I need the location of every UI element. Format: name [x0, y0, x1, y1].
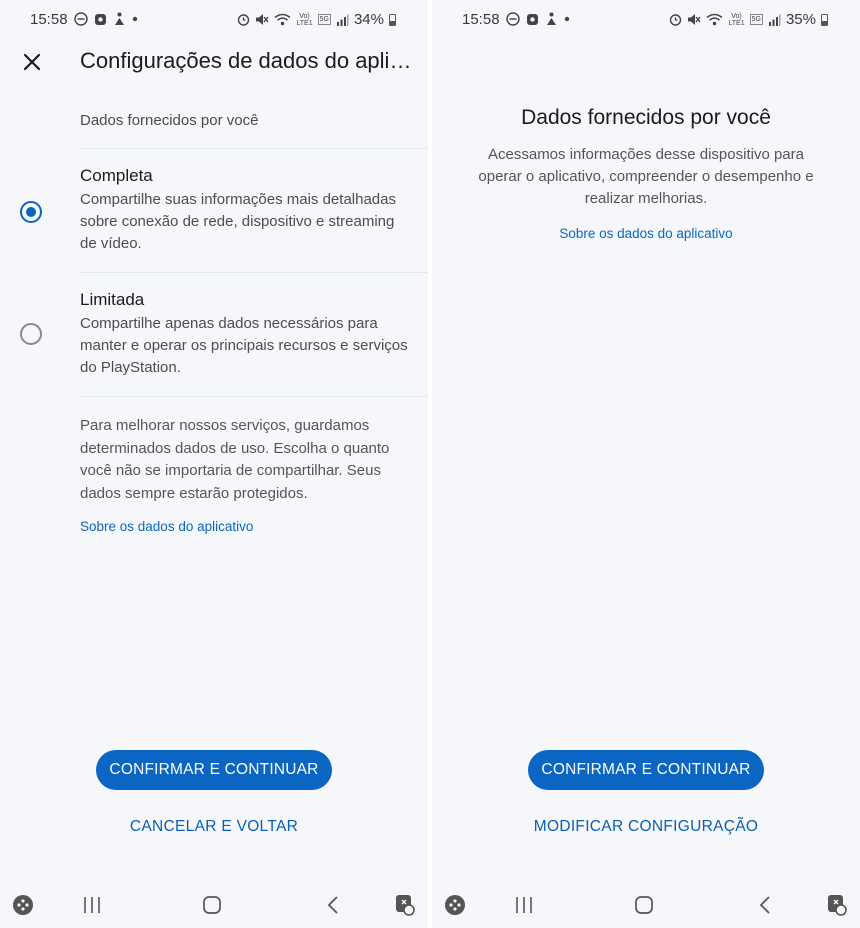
battery-icon — [389, 13, 396, 26]
info-description: Acessamos informações desse dispositivo … — [478, 146, 814, 207]
dnd-icon — [74, 12, 88, 26]
screenshot-assist-button[interactable] — [822, 890, 852, 920]
about-data-link[interactable]: Sobre os dados do aplicativo — [432, 226, 860, 241]
confirm-continue-button[interactable]: CONFIRMAR E CONTINUAR — [528, 750, 764, 790]
option-completa[interactable]: Completa Compartilhe suas informações ma… — [0, 160, 428, 270]
recent-apps-icon — [84, 897, 100, 913]
option-description: Compartilhe suas informações mais detalh… — [80, 191, 396, 252]
option-limitada[interactable]: Limitada Compartilhe apenas dados necess… — [0, 284, 428, 394]
section-label: Dados fornecidos por você — [80, 112, 259, 129]
back-button[interactable] — [318, 890, 348, 920]
mute-icon — [688, 14, 701, 25]
game-launcher-icon — [13, 895, 33, 915]
home-icon — [635, 896, 653, 914]
home-icon — [203, 896, 221, 914]
screenshot-assist-button[interactable] — [390, 890, 420, 920]
radio-selected-icon[interactable] — [20, 201, 42, 223]
mute-icon — [256, 14, 269, 25]
wifi-icon — [274, 13, 291, 26]
accessibility-icon — [547, 12, 556, 25]
status-notification-icons — [506, 12, 570, 26]
about-data-link[interactable]: Sobre os dados do aplicativo — [80, 519, 253, 534]
battery-percent: 35% — [785, 11, 816, 28]
game-launcher-button[interactable] — [440, 890, 470, 920]
option-description: Compartilhe apenas dados necessários par… — [80, 315, 408, 376]
navigation-bar — [0, 880, 428, 928]
settings-screen: 15:58 Vo) LTE1 5G 34% Configurações de da… — [0, 0, 428, 928]
divider — [80, 272, 428, 273]
cancel-back-button[interactable]: CANCELAR E VOLTAR — [0, 818, 428, 836]
recent-apps-button[interactable] — [77, 890, 107, 920]
network-type-badge: 5G — [749, 14, 763, 25]
alarm-icon — [238, 14, 250, 26]
navigation-bar — [432, 880, 860, 928]
page-title: Configurações de dados do aplicativo — [80, 48, 420, 73]
option-title: Limitada — [80, 290, 145, 309]
status-time: 15:58 — [30, 11, 68, 28]
option-title: Completa — [80, 166, 153, 185]
volte-indicator: Vo) LTE1 — [728, 12, 745, 27]
more-notifications-icon — [564, 16, 570, 22]
home-button[interactable] — [629, 890, 659, 920]
app-notification-icon — [95, 13, 106, 25]
game-launcher-button[interactable] — [8, 890, 38, 920]
status-time: 15:58 — [462, 11, 500, 28]
screenshot-assist-icon — [396, 895, 415, 916]
recent-apps-button[interactable] — [509, 890, 539, 920]
app-notification-icon — [527, 13, 538, 25]
signal-icon — [768, 14, 781, 26]
back-icon — [327, 896, 338, 914]
status-system-icons: Vo) LTE1 5G 34% — [237, 11, 396, 28]
confirm-continue-button[interactable]: CONFIRMAR E CONTINUAR — [96, 750, 332, 790]
status-bar: 15:58 Vo) LTE1 5G 35% — [432, 0, 860, 38]
status-bar: 15:58 Vo) LTE1 5G 34% — [0, 0, 428, 38]
back-button[interactable] — [750, 890, 780, 920]
home-button[interactable] — [197, 890, 227, 920]
network-type-badge: 5G — [317, 14, 331, 25]
dnd-icon — [506, 12, 520, 26]
status-system-icons: Vo) LTE1 5G 35% — [669, 11, 828, 28]
divider — [80, 396, 428, 397]
page-title: Dados fornecidos por você — [521, 106, 771, 129]
accessibility-icon — [115, 12, 124, 25]
recent-apps-icon — [516, 897, 532, 913]
volte-indicator: Vo) LTE1 — [296, 12, 313, 27]
alarm-icon — [670, 14, 682, 26]
signal-icon — [336, 14, 349, 26]
status-notification-icons — [74, 12, 138, 26]
wifi-icon — [706, 13, 723, 26]
more-notifications-icon — [132, 16, 138, 22]
close-icon — [23, 53, 41, 71]
info-paragraph: Para melhorar nossos serviços, guardamos… — [80, 417, 390, 502]
screenshot-assist-icon — [828, 895, 847, 916]
battery-percent: 34% — [353, 11, 384, 28]
battery-icon — [821, 13, 828, 26]
back-icon — [759, 896, 770, 914]
close-button[interactable] — [18, 48, 46, 76]
divider — [80, 148, 428, 149]
game-launcher-icon — [445, 895, 465, 915]
radio-unselected-icon[interactable] — [20, 323, 42, 345]
modify-settings-button[interactable]: MODIFICAR CONFIGURAÇÃO — [432, 818, 860, 836]
data-info-screen: 15:58 Vo) LTE1 5G 35% Dados fornecidos po… — [432, 0, 860, 928]
